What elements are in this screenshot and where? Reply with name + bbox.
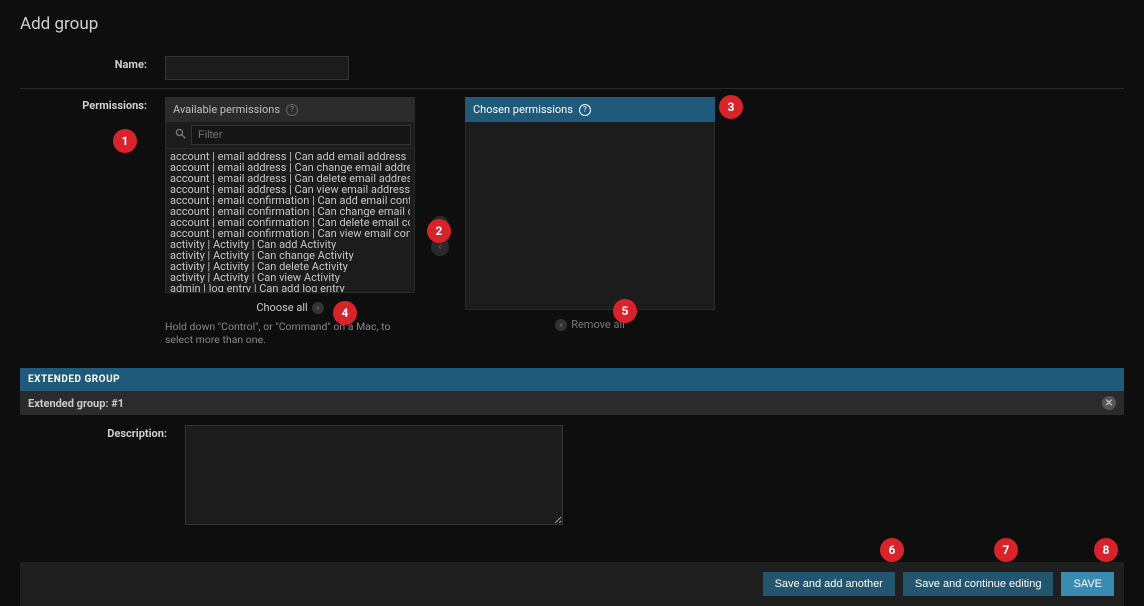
available-permissions-box: Available permissions ? account | email … bbox=[165, 97, 415, 346]
extended-group-sub-label: Extended group: #1 bbox=[28, 397, 124, 410]
available-permissions-title: Available permissions bbox=[173, 103, 280, 116]
permission-option[interactable]: activity | Activity | Can add Activity bbox=[170, 239, 410, 250]
name-label: Name: bbox=[20, 56, 165, 80]
page-title: Add group bbox=[20, 14, 1124, 34]
choose-all-label: Choose all bbox=[256, 301, 307, 314]
permissions-row: Permissions: 1 2 3 4 5 Available permiss… bbox=[20, 89, 1124, 354]
search-icon bbox=[169, 128, 191, 142]
permissions-label: Permissions: bbox=[20, 97, 165, 346]
name-input[interactable] bbox=[165, 56, 349, 80]
chosen-permissions-list[interactable] bbox=[465, 122, 715, 310]
permission-option[interactable]: activity | Activity | Can delete Activit… bbox=[170, 261, 410, 272]
permission-option[interactable]: account | email address | Can change ema… bbox=[170, 162, 410, 173]
save-and-continue-button[interactable]: Save and continue editing bbox=[903, 572, 1054, 596]
filter-row bbox=[165, 122, 415, 149]
annotation-badge-8: 8 bbox=[1094, 538, 1118, 562]
permission-option[interactable]: account | email confirmation | Can view … bbox=[170, 228, 410, 239]
chosen-permissions-title: Chosen permissions bbox=[473, 103, 573, 116]
help-icon[interactable]: ? bbox=[579, 104, 591, 116]
permission-option[interactable]: account | email address | Can delete ema… bbox=[170, 173, 410, 184]
description-row: Description: bbox=[20, 415, 1124, 528]
available-permissions-list[interactable]: account | email address | Can add email … bbox=[165, 149, 415, 293]
permissions-hint: Hold down "Control", or "Command" on a M… bbox=[165, 320, 415, 346]
extended-group-sub-header: Extended group: #1 ✕ bbox=[20, 391, 1124, 415]
extended-group-header: EXTENDED GROUP bbox=[20, 368, 1124, 391]
submit-bar: 6 7 8 Save and add another Save and cont… bbox=[20, 562, 1124, 606]
available-permissions-header: Available permissions ? bbox=[165, 97, 415, 122]
annotation-badge-7: 7 bbox=[994, 538, 1018, 562]
chosen-permissions-header: Chosen permissions ? bbox=[465, 97, 715, 122]
permission-option[interactable]: activity | Activity | Can view Activity bbox=[170, 272, 410, 283]
description-textarea[interactable] bbox=[185, 425, 563, 525]
description-label: Description: bbox=[20, 425, 185, 528]
annotation-badge-1: 1 bbox=[113, 129, 137, 153]
save-button[interactable]: SAVE bbox=[1061, 572, 1114, 596]
filter-input[interactable] bbox=[191, 125, 411, 145]
permission-option[interactable]: account | email address | Can view email… bbox=[170, 184, 410, 195]
name-row: Name: bbox=[20, 48, 1124, 89]
annotation-badge-6: 6 bbox=[880, 538, 904, 562]
help-icon[interactable]: ? bbox=[286, 104, 298, 116]
choose-all-icon: » bbox=[312, 302, 324, 314]
remove-all-icon: « bbox=[555, 319, 567, 331]
chosen-permissions-box: Chosen permissions ? « Remove all bbox=[465, 97, 715, 331]
close-icon[interactable]: ✕ bbox=[1102, 396, 1116, 410]
annotation-badge-3: 3 bbox=[719, 95, 743, 119]
permission-option[interactable]: activity | Activity | Can change Activit… bbox=[170, 250, 410, 261]
annotation-badge-4: 4 bbox=[333, 301, 357, 325]
annotation-badge-5: 5 bbox=[613, 299, 637, 323]
save-and-add-another-button[interactable]: Save and add another bbox=[763, 572, 895, 596]
permission-option[interactable]: account | email confirmation | Can chang… bbox=[170, 206, 410, 217]
permission-option[interactable]: admin | log entry | Can add log entry bbox=[170, 283, 410, 293]
choose-all-link[interactable]: Choose all » bbox=[165, 301, 415, 314]
permission-option[interactable]: account | email address | Can add email … bbox=[170, 151, 410, 162]
annotation-badge-2: 2 bbox=[427, 219, 451, 243]
permission-option[interactable]: account | email confirmation | Can delet… bbox=[170, 217, 410, 228]
remove-all-link[interactable]: « Remove all bbox=[465, 318, 715, 331]
permission-option[interactable]: account | email confirmation | Can add e… bbox=[170, 195, 410, 206]
